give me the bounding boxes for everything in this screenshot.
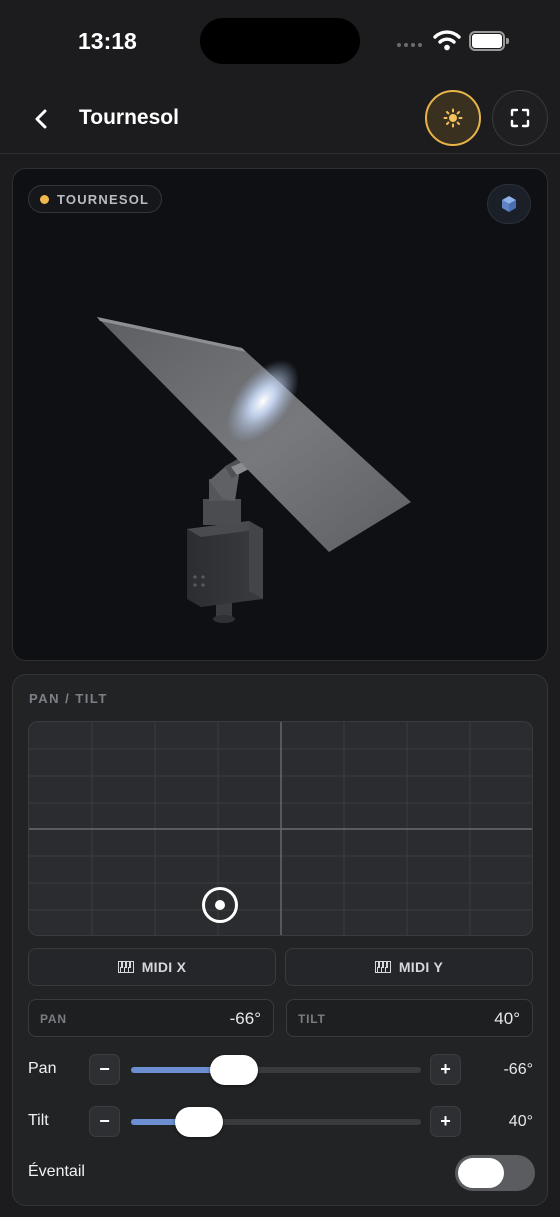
device-3d-model[interactable] xyxy=(13,169,548,661)
pan-tilt-panel: PAN / TILT MIDI X MIDI Y PAN -66° TILT 4… xyxy=(12,674,548,1206)
fan-toggle[interactable] xyxy=(455,1155,535,1191)
pan-slider-value: -66° xyxy=(503,1061,533,1078)
device-chip: TOURNESOL xyxy=(28,185,163,213)
tilt-field-value: 40° xyxy=(494,1009,520,1028)
view-mode-button[interactable] xyxy=(487,184,531,224)
status-dot xyxy=(40,194,49,204)
tilt-decrement-button[interactable]: − xyxy=(89,1106,120,1137)
pan-slider[interactable] xyxy=(131,1055,421,1085)
pan-slider-thumb[interactable] xyxy=(209,1055,258,1085)
pad-handle[interactable] xyxy=(201,886,238,923)
piano-keys-icon xyxy=(374,961,391,973)
pan-increment-button[interactable]: + xyxy=(430,1054,461,1085)
status-time: 13:18 xyxy=(78,28,137,54)
fan-toggle-label: Éventail xyxy=(28,1163,85,1180)
light-toggle-button[interactable] xyxy=(425,90,481,146)
chevron-left-icon xyxy=(35,109,47,129)
dynamic-island xyxy=(200,18,360,64)
pan-field-label: PAN xyxy=(40,1012,67,1026)
fullscreen-icon xyxy=(510,108,530,128)
pan-value-field[interactable]: PAN -66° xyxy=(28,999,274,1037)
back-button[interactable] xyxy=(24,102,58,136)
status-bar: 13:18 xyxy=(0,0,560,84)
tilt-field-label: TILT xyxy=(298,1012,326,1026)
pad-grid xyxy=(29,722,532,935)
pan-slider-row: Pan − + -66° xyxy=(13,1054,549,1086)
tilt-slider[interactable] xyxy=(131,1107,421,1137)
pan-decrement-button[interactable]: − xyxy=(89,1054,120,1085)
header: Tournesol xyxy=(0,84,560,154)
midi-x-label: MIDI X xyxy=(141,959,187,975)
cellular-signal-icon xyxy=(397,43,422,47)
tilt-increment-button[interactable]: + xyxy=(430,1106,461,1137)
pan-slider-label: Pan xyxy=(28,1060,57,1077)
cube-icon xyxy=(502,196,516,212)
section-title: PAN / TILT xyxy=(29,691,108,706)
model-viewport[interactable]: TOURNESOL xyxy=(12,168,548,661)
sun-icon xyxy=(443,108,463,128)
tilt-slider-label: Tilt xyxy=(28,1112,49,1129)
pan-field-value: -66° xyxy=(229,1009,261,1028)
tilt-value-field[interactable]: TILT 40° xyxy=(286,999,533,1037)
tilt-slider-thumb[interactable] xyxy=(175,1107,223,1137)
page-title: Tournesol xyxy=(79,106,179,129)
midi-y-button[interactable]: MIDI Y xyxy=(285,948,533,986)
battery-icon xyxy=(469,31,509,51)
device-chip-label: TOURNESOL xyxy=(57,191,150,207)
fullscreen-button[interactable] xyxy=(492,90,548,146)
piano-keys-icon xyxy=(117,961,134,973)
midi-x-button[interactable]: MIDI X xyxy=(28,948,276,986)
tilt-slider-row: Tilt − + 40° xyxy=(13,1106,549,1138)
midi-y-label: MIDI Y xyxy=(398,959,444,975)
fan-toggle-row: Éventail xyxy=(13,1155,549,1191)
tilt-slider-value: 40° xyxy=(508,1113,533,1130)
fan-toggle-knob xyxy=(458,1158,504,1188)
wifi-icon xyxy=(433,30,461,51)
pan-tilt-pad[interactable] xyxy=(28,721,533,936)
